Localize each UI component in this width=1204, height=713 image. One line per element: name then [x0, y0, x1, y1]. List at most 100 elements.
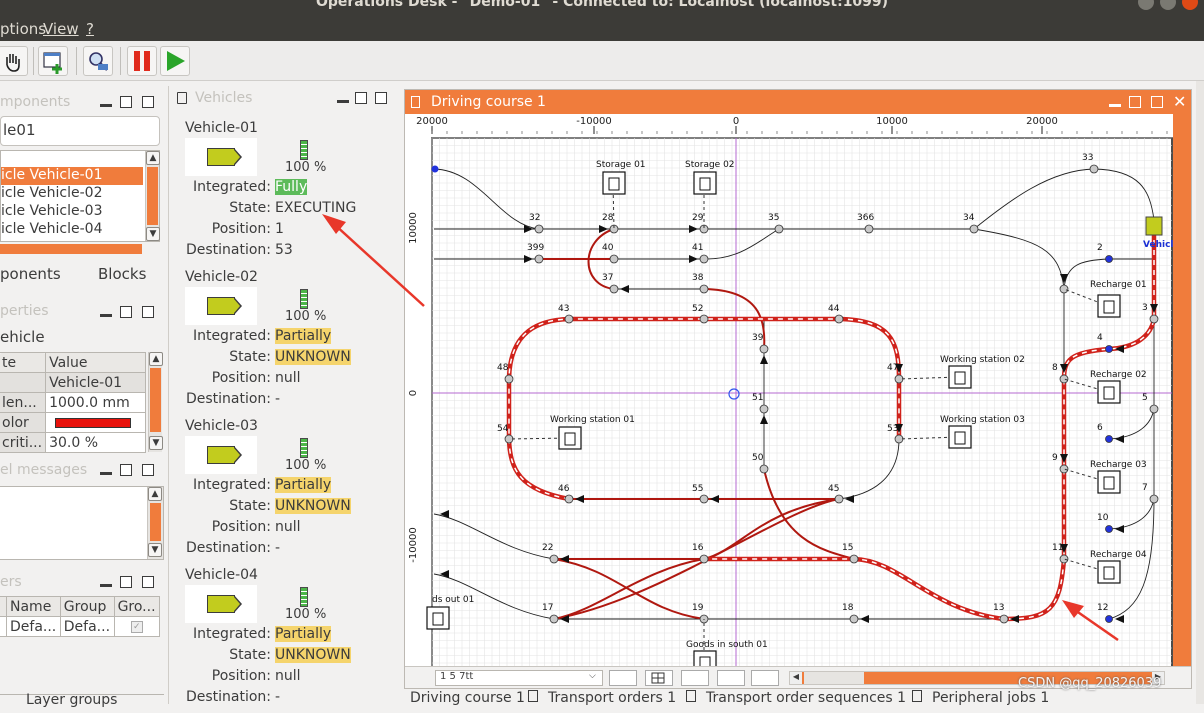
point-label: 39 [752, 333, 764, 343]
zoom-combo[interactable]: 1 5 7tt [435, 670, 603, 686]
chevron-down-icon[interactable]: ⌵ [589, 671, 596, 681]
course-point [549, 554, 559, 564]
model-name: le01 [0, 116, 160, 146]
point-label: 52 [692, 304, 703, 314]
minimize-panel-icon[interactable] [100, 104, 112, 107]
point-label: 41 [692, 243, 703, 253]
undock-icon[interactable] [120, 96, 132, 108]
course-map[interactable]: 20000 -10000 0 10000 20000100000-1000032 28 29… [405, 114, 1191, 666]
integrated-label: Integrated: [192, 626, 271, 642]
point-label: 15 [842, 543, 853, 553]
position-label: Position: [211, 668, 271, 684]
point-label: 44 [828, 304, 840, 314]
course-point [759, 344, 769, 354]
grid-toggle-button[interactable] [645, 670, 673, 686]
tab-layer-groups[interactable]: Layer groups [26, 692, 117, 708]
column-header-name[interactable]: Name [6, 596, 61, 617]
pause-vehicles-button[interactable] [127, 46, 157, 76]
location-label: Recharge 03 [1090, 460, 1147, 470]
add-transport-order-button[interactable] [38, 46, 68, 76]
point-label: 16 [692, 543, 704, 553]
y-tick-label: 10000 [408, 212, 419, 244]
course-vertical-scrollbar[interactable] [1173, 114, 1191, 666]
integration-level: Partially [275, 477, 332, 493]
toolbar [0, 41, 1204, 81]
labels-toggle-button[interactable] [681, 670, 709, 686]
column-header-attribute[interactable]: te [0, 352, 47, 373]
maximize-panel-icon[interactable] [142, 96, 154, 108]
list-item[interactable]: icle Vehicle-01 [1, 167, 143, 185]
menu-actions[interactable]: ptions [0, 20, 46, 38]
maximize-panel-icon[interactable] [142, 306, 154, 318]
point-label: 35 [768, 213, 779, 223]
maximize-button[interactable] [1160, 0, 1176, 10]
layout-button[interactable] [609, 670, 637, 686]
tab-components[interactable]: ponents [0, 265, 61, 283]
maximize-panel-icon[interactable] [142, 576, 154, 588]
location-label: Storage 02 [685, 160, 735, 170]
ruler-toggle-button[interactable] [751, 670, 779, 686]
group-cell[interactable]: Defa... [59, 616, 115, 637]
battery-level: 100 % [285, 309, 327, 324]
undock-icon[interactable] [355, 92, 367, 104]
course-point [999, 614, 1009, 624]
course-point [1105, 525, 1113, 533]
minimize-panel-icon[interactable] [1109, 104, 1121, 107]
course-point [1105, 615, 1113, 623]
column-header-group[interactable]: Group [59, 596, 115, 617]
minimize-panel-icon[interactable] [100, 472, 112, 475]
position-label: Position: [211, 519, 271, 535]
vehicle-card[interactable]: Vehicle-03 100 % Integrated: Partially S… [169, 418, 395, 564]
point-label: 50 [752, 453, 764, 463]
point-label: 17 [542, 603, 553, 613]
color-value[interactable] [45, 412, 146, 433]
minimize-panel-icon[interactable] [337, 100, 349, 103]
point-label: 32 [529, 213, 540, 223]
prop-name: len... [0, 392, 47, 413]
undock-icon[interactable] [120, 576, 132, 588]
location-label: Working station 02 [940, 355, 1025, 365]
undock-icon[interactable] [120, 306, 132, 318]
point-label: 5 [1142, 393, 1148, 403]
vehicle-position: null [275, 519, 301, 535]
point-label: 18 [842, 603, 854, 613]
point-label: 7 [1142, 483, 1148, 493]
grid-icon [651, 672, 665, 684]
maximize-panel-icon[interactable] [1151, 96, 1163, 108]
vehicle-on-map [1145, 216, 1163, 236]
maximize-panel-icon[interactable] [142, 464, 154, 476]
close-button[interactable] [1182, 0, 1198, 10]
vehicle-card[interactable]: Vehicle-02 100 % Integrated: Partially S… [169, 269, 395, 415]
undock-icon[interactable] [120, 464, 132, 476]
course-point [609, 284, 619, 294]
vehicle-card[interactable]: Vehicle-01 100 % Integrated: Fully State… [169, 120, 395, 266]
close-panel-icon[interactable]: ✕ [1173, 92, 1186, 111]
maximize-panel-icon[interactable] [375, 92, 387, 104]
group-cell[interactable]: Defa... [6, 616, 61, 637]
menu-view[interactable]: View [43, 20, 79, 38]
vehicle-card[interactable]: Vehicle-04 100 % Integrated: Partially S… [169, 567, 395, 713]
vehicle-state: UNKNOWN [275, 349, 351, 365]
point-label: 8 [1052, 363, 1058, 373]
prop-value[interactable]: 30.0 % [45, 432, 146, 453]
prop-name [0, 372, 47, 393]
find-vehicle-button[interactable] [83, 46, 113, 76]
location-icon [602, 171, 626, 195]
blocks-toggle-button[interactable] [717, 670, 745, 686]
integration-level: Partially [275, 328, 332, 344]
minimize-panel-icon[interactable] [100, 584, 112, 587]
battery-level: 100 % [285, 160, 327, 175]
groups-panel-title: ers [0, 574, 22, 590]
pan-hand-button[interactable] [0, 46, 28, 76]
vehicles-panel-title: Vehicles [195, 90, 253, 106]
play-button[interactable] [160, 46, 190, 76]
minimize-button[interactable] [1138, 0, 1154, 10]
battery-level: 100 % [285, 607, 327, 622]
undock-icon[interactable] [1129, 96, 1141, 108]
y-tick-label: -10000 [408, 527, 419, 562]
tab-blocks[interactable]: Blocks [98, 265, 146, 283]
menu-help[interactable]: ? [86, 20, 94, 38]
column-header-group-visible[interactable]: Gro... [113, 596, 161, 617]
minimize-panel-icon[interactable] [100, 314, 112, 317]
course-point [864, 224, 874, 234]
